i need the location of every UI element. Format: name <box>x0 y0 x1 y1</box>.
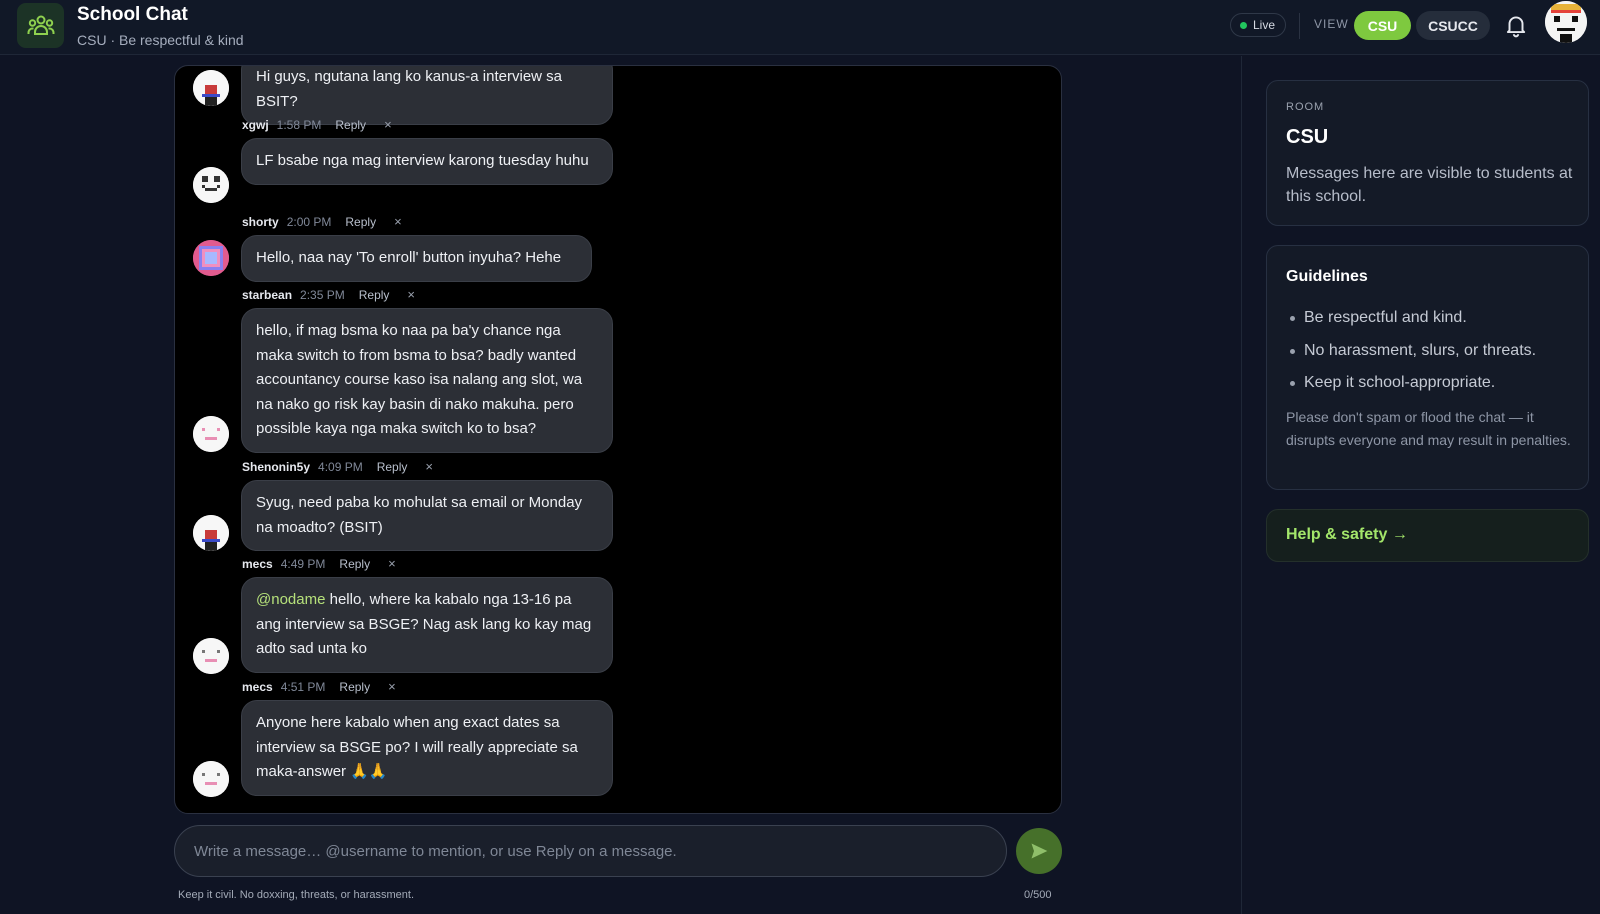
guidelines-title: Guidelines <box>1286 268 1368 285</box>
username[interactable]: xgwj <box>242 118 269 132</box>
room-name: CSU <box>1286 126 1329 148</box>
pixel-avatar-icon <box>193 240 229 276</box>
username[interactable]: Shenonin5y <box>242 460 310 474</box>
close-icon[interactable]: × <box>388 679 396 694</box>
timestamp: 2:00 PM <box>286 214 332 229</box>
reply-button[interactable]: Reply <box>345 215 376 229</box>
message-meta: starbean 2:35 PM Reply × <box>242 287 415 302</box>
room-card: ROOM CSU Messages here are visible to st… <box>1266 80 1589 226</box>
guideline-item: No harassment, slurs, or threats. <box>1286 335 1536 368</box>
guidelines-note: Please don't spam or flood the chat — it… <box>1286 409 1571 448</box>
close-icon[interactable]: × <box>384 117 392 132</box>
message-meta: shorty 2:00 PM Reply × <box>242 214 402 229</box>
timestamp: 1:58 PM <box>276 117 322 132</box>
top-bar: School Chat CSU · Be respectful & kind L… <box>0 0 1600 55</box>
avatar[interactable] <box>193 167 229 203</box>
app-subtitle: CSU · Be respectful & kind <box>77 32 244 48</box>
message-bubble: Syug, need paba ko mohulat sa email or M… <box>241 480 613 551</box>
composer-hint: Keep it civil. No doxxing, threats, or h… <box>178 889 414 901</box>
divider <box>1299 13 1300 39</box>
char-counter: 0/500 <box>1024 889 1052 901</box>
room-label: ROOM <box>1286 101 1325 113</box>
send-icon <box>1031 843 1048 859</box>
close-icon[interactable]: × <box>425 459 433 474</box>
message-bubble: Anyone here kabalo when ang exact dates … <box>241 700 613 796</box>
message-bubble: hello, if mag bsma ko naa pa ba'y chance… <box>241 308 613 453</box>
live-label: Live <box>1253 18 1276 32</box>
username[interactable]: mecs <box>242 557 273 571</box>
message-meta: Shenonin5y 4:09 PM Reply × <box>242 459 433 474</box>
message-text: Hello, naa nay 'To enroll' button inyuha… <box>256 249 562 266</box>
username[interactable]: shorty <box>242 215 279 229</box>
message-meta: xgwj 1:58 PM Reply × <box>242 117 392 132</box>
pixel-avatar-icon <box>193 761 229 797</box>
close-icon[interactable]: × <box>407 287 415 302</box>
view-csu-button[interactable]: CSU <box>1354 11 1411 40</box>
avatar[interactable] <box>193 70 229 106</box>
chat-panel[interactable]: Hi guys, ngutana lang ko kanus-a intervi… <box>174 65 1062 814</box>
live-status-badge: Live <box>1230 13 1287 37</box>
help-safety-link[interactable]: Help & safety → <box>1286 526 1408 544</box>
avatar[interactable] <box>193 638 229 674</box>
avatar[interactable] <box>193 240 229 276</box>
close-icon[interactable]: × <box>394 214 402 229</box>
pixel-avatar-icon <box>193 167 229 203</box>
avatar[interactable] <box>193 761 229 797</box>
pixel-avatar-icon <box>193 638 229 674</box>
message-meta: mecs 4:51 PM Reply × <box>242 679 396 694</box>
help-card[interactable]: Help & safety → <box>1266 509 1589 562</box>
username[interactable]: mecs <box>242 680 273 694</box>
message-text: Anyone here kabalo when ang exact dates … <box>256 714 578 780</box>
message-bubble: Hi guys, ngutana lang ko kanus-a intervi… <box>241 66 613 125</box>
timestamp: 4:09 PM <box>318 459 363 474</box>
avatar[interactable] <box>193 515 229 551</box>
app-title: School Chat <box>77 4 188 25</box>
reply-button[interactable]: Reply <box>339 557 370 571</box>
message-bubble: LF bsabe nga mag interview karong tuesda… <box>241 138 613 185</box>
message-text: Hi guys, ngutana lang ko kanus-a intervi… <box>256 68 563 110</box>
guidelines-card: Guidelines Be respectful and kind. No ha… <box>1266 245 1589 490</box>
guideline-item: Keep it school-appropriate. <box>1286 367 1536 400</box>
pixel-avatar-icon <box>1545 1 1587 43</box>
user-avatar[interactable] <box>1545 1 1587 43</box>
message-text: Syug, need paba ko mohulat sa email or M… <box>256 494 583 536</box>
message-composer[interactable] <box>174 825 1007 877</box>
reply-button[interactable]: Reply <box>359 288 390 302</box>
people-icon <box>27 15 54 35</box>
view-label: VIEW <box>1314 17 1349 31</box>
app-logo[interactable] <box>17 3 64 48</box>
sidebar-divider <box>1241 56 1242 914</box>
pixel-avatar-icon <box>193 416 229 452</box>
mention-link[interactable]: @nodame <box>256 591 325 608</box>
message-input[interactable] <box>175 826 1006 876</box>
message-meta: mecs 4:49 PM Reply × <box>242 556 396 571</box>
reply-button[interactable]: Reply <box>339 680 370 694</box>
close-icon[interactable]: × <box>388 556 396 571</box>
bell-icon[interactable] <box>1503 12 1529 38</box>
timestamp: 4:51 PM <box>280 679 326 694</box>
pixel-avatar-icon <box>193 515 229 551</box>
guidelines-list: Be respectful and kind. No harassment, s… <box>1286 302 1536 400</box>
username[interactable]: starbean <box>242 288 292 302</box>
view-csucc-button[interactable]: CSUCC <box>1416 11 1490 40</box>
live-dot-icon <box>1240 21 1247 29</box>
message-bubble: @nodame hello, where ka kabalo nga 13-16… <box>241 577 613 673</box>
reply-button[interactable]: Reply <box>335 118 366 132</box>
message-bubble: Hello, naa nay 'To enroll' button inyuha… <box>241 235 592 282</box>
message-text: LF bsabe nga mag interview karong tuesda… <box>256 152 589 169</box>
timestamp: 4:49 PM <box>280 556 326 571</box>
send-button[interactable] <box>1016 828 1062 874</box>
pixel-avatar-icon <box>193 70 229 106</box>
timestamp: 2:35 PM <box>300 287 345 302</box>
guideline-item: Be respectful and kind. <box>1286 302 1536 335</box>
avatar[interactable] <box>193 416 229 452</box>
reply-button[interactable]: Reply <box>377 460 408 474</box>
message-text: hello, if mag bsma ko naa pa ba'y chance… <box>256 322 583 437</box>
room-description: Messages here are visible to students at… <box>1286 165 1573 205</box>
